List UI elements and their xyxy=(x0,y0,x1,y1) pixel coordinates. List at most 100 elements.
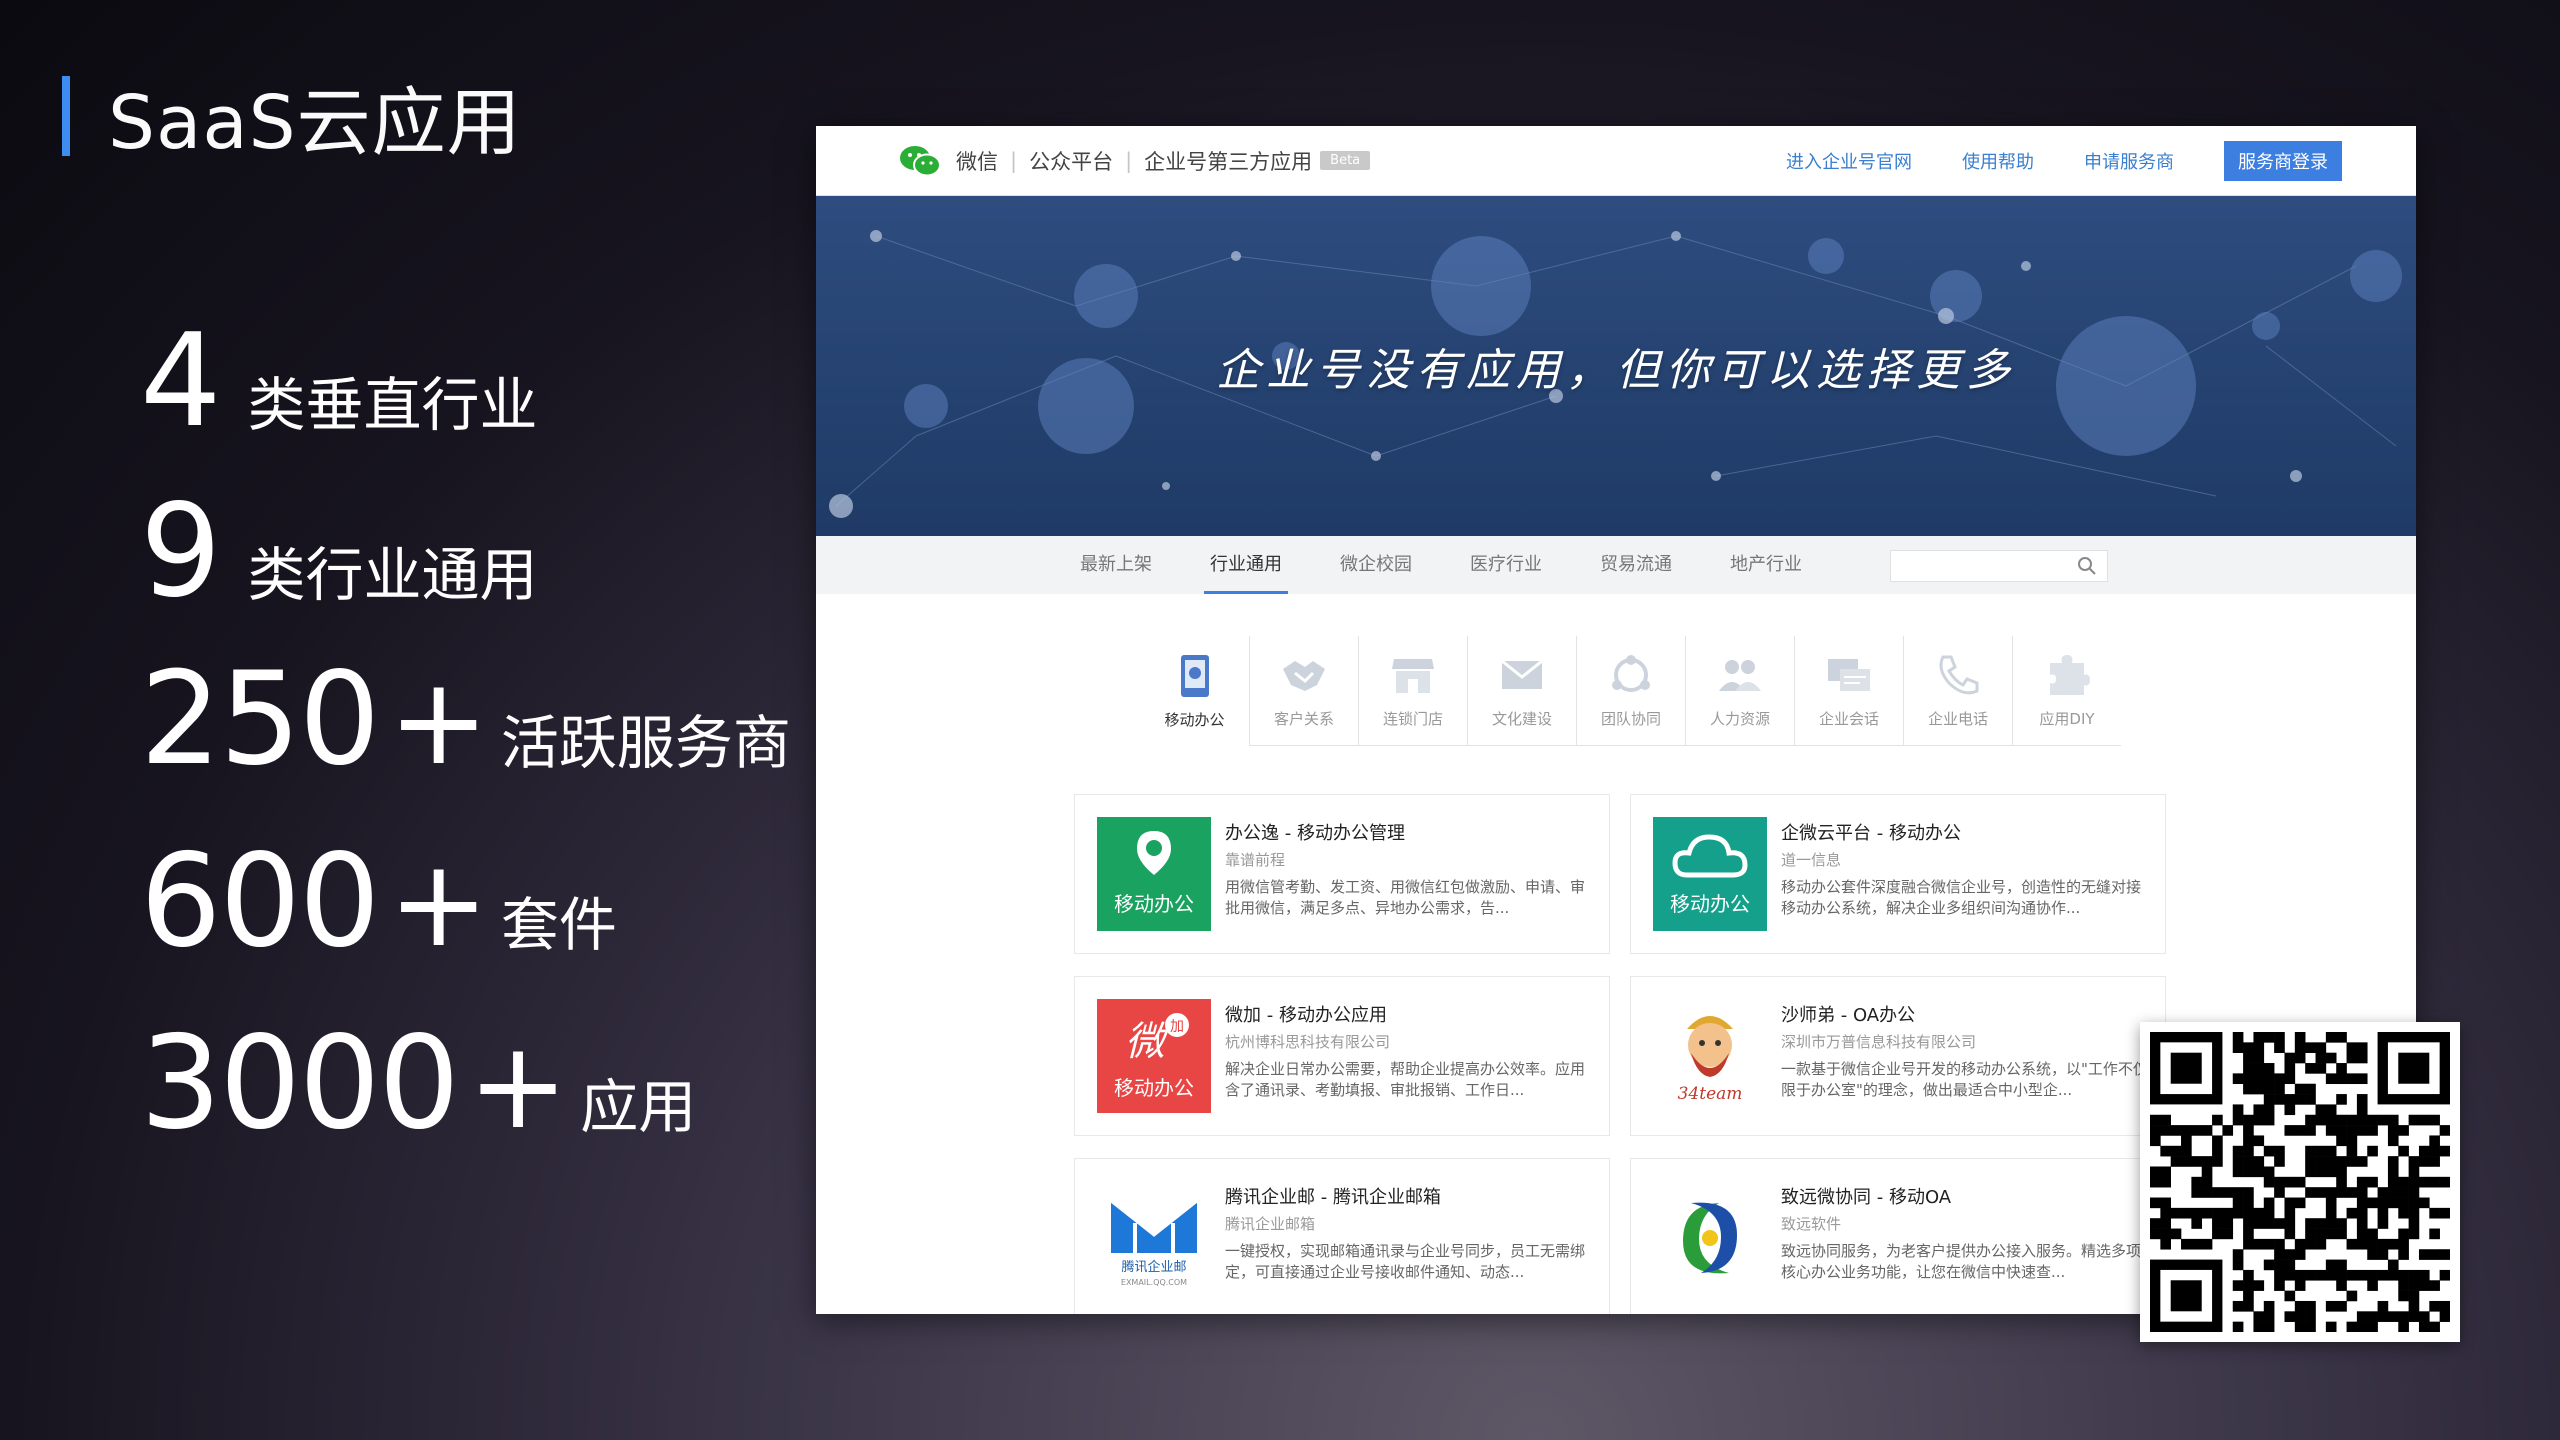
brand-separator: | xyxy=(1125,148,1133,173)
stat-general: 9 类行业通用 xyxy=(140,488,537,616)
stat-label: 类垂直行业 xyxy=(247,371,538,439)
brand-separator: | xyxy=(1010,148,1018,173)
wechat-logo-icon xyxy=(900,145,941,176)
category-label: 企业电话 xyxy=(1927,710,1988,728)
svg-text:EXMAIL.QQ.COM: EXMAIL.QQ.COM xyxy=(1121,1278,1187,1287)
weijia-logo-icon: 微 加 移动办公 xyxy=(1114,1013,1194,1100)
telephone-icon xyxy=(1939,655,1979,695)
app-name[interactable]: 沙师弟 - OA办公 xyxy=(1781,1001,1915,1027)
stat-suites: 600 + 套件 xyxy=(140,838,617,966)
app-card[interactable]: 腾讯企业邮 EXMAIL.QQ.COM 腾讯企业邮 - 腾讯企业邮箱 腾讯企业邮… xyxy=(1074,1158,1610,1314)
app-company: 致远软件 xyxy=(1781,1215,1842,1233)
category-label: 人力资源 xyxy=(1709,710,1770,728)
beta-badge: Beta xyxy=(1320,151,1371,170)
qr-code xyxy=(2140,1022,2460,1342)
brand-platform[interactable]: 公众平台 xyxy=(1029,146,1113,176)
category-hr[interactable]: 人力资源 xyxy=(1685,636,1794,746)
link-help[interactable]: 使用帮助 xyxy=(1962,148,2034,174)
category-diy[interactable]: 应用DIY xyxy=(2012,636,2121,746)
industry-tabs: 最新上架 行业通用 微企校园 医疗行业 贸易流通 地产行业 xyxy=(816,536,2416,594)
store-icon xyxy=(1392,659,1434,693)
qr-code-icon xyxy=(2150,1032,2451,1333)
app-name[interactable]: 企微云平台 - 移动办公 xyxy=(1781,819,1961,845)
tab-newest[interactable]: 最新上架 xyxy=(1080,536,1152,594)
app-name[interactable]: 微加 - 移动办公应用 xyxy=(1225,1001,1387,1027)
svg-text:微: 微 xyxy=(1125,1019,1170,1065)
handshake-icon xyxy=(1283,661,1325,691)
svg-text:移动办公: 移动办公 xyxy=(1114,892,1194,916)
tab-real-estate[interactable]: 地产行业 xyxy=(1730,536,1802,594)
search-input[interactable] xyxy=(1890,550,2108,582)
stat-apps: 3000 + 应用 xyxy=(140,1020,696,1148)
category-label: 团队协同 xyxy=(1600,710,1661,728)
stat-plus: + xyxy=(388,835,489,974)
banner-slogan: 企业号没有应用，但你可以选择更多 xyxy=(1216,345,2016,396)
stat-verticals: 4 类垂直行业 xyxy=(140,318,537,446)
stat-label: 类行业通用 xyxy=(247,541,538,609)
app-card[interactable]: 移动办公 办公逸 - 移动办公管理 靠谱前程 用微信管考勤、发工资、用微信红包做… xyxy=(1074,794,1610,954)
stat-providers: 250 + 活跃服务商 xyxy=(140,656,791,784)
brand-wechat[interactable]: 微信 xyxy=(956,146,998,176)
team-icon xyxy=(1612,655,1650,692)
category-culture[interactable]: 文化建设 xyxy=(1467,636,1576,746)
people-icon xyxy=(1719,660,1761,691)
tab-general[interactable]: 行业通用 xyxy=(1204,536,1288,594)
app-icon-bangongyi: 移动办公 xyxy=(1097,817,1211,931)
app-description: 一款基于微信企业号开发的移动办公系统，以"工作不仅限于办公室"的理念，做出最适合… xyxy=(1781,1060,2148,1099)
app-company: 深圳市万普信息科技有限公司 xyxy=(1781,1033,1977,1051)
app-name[interactable]: 致远微协同 - 移动OA xyxy=(1781,1183,1951,1209)
stat-number: 9 xyxy=(140,477,221,626)
category-phone[interactable]: 企业电话 xyxy=(1903,636,2012,746)
envelope-icon xyxy=(1501,659,1543,689)
category-label: 移动办公 xyxy=(1164,711,1225,729)
tab-campus[interactable]: 微企校园 xyxy=(1340,536,1412,594)
provider-login-button[interactable]: 服务商登录 xyxy=(2224,140,2342,181)
phone-icon xyxy=(1180,655,1209,697)
link-apply-provider[interactable]: 申请服务商 xyxy=(2084,148,2174,174)
app-description: 解决企业日常办公需要，帮助企业提高办公效率。应用含了通讯录、考勤填报、审批报销、… xyxy=(1225,1060,1586,1099)
category-team[interactable]: 团队协同 xyxy=(1576,636,1685,746)
svg-text:加: 加 xyxy=(1170,1019,1184,1035)
app-card[interactable]: 34team 沙师弟 - OA办公 深圳市万普信息科技有限公司 一款基于微信企业… xyxy=(1630,976,2166,1136)
svg-text:腾讯企业邮: 腾讯企业邮 xyxy=(1121,1259,1186,1275)
app-icon-shashidi: 34team xyxy=(1653,999,1767,1113)
app-company: 道一信息 xyxy=(1781,851,1842,869)
app-company: 杭州博科思科技有限公司 xyxy=(1225,1033,1391,1051)
link-enterprise-site[interactable]: 进入企业号官网 xyxy=(1786,148,1912,174)
app-description: 一键授权，实现邮箱通讯录与企业号同步，员工无需绑定，可直接通过企业号接收邮件通知… xyxy=(1225,1242,1586,1281)
chat-icon xyxy=(1828,659,1870,691)
stat-number: 4 xyxy=(140,307,221,456)
puzzle-icon xyxy=(2050,655,2090,695)
swirl-logo-icon xyxy=(1683,1202,1737,1274)
app-description: 致远协同服务，为老客户提供办公接入服务。精选多项核心办公业务功能，让您在微信中快… xyxy=(1781,1242,2142,1281)
tab-trade[interactable]: 贸易流通 xyxy=(1600,536,1672,594)
map-pin-icon: 移动办公 xyxy=(1114,831,1194,916)
app-description: 移动办公套件深度融合微信企业号，创造性的无缝对接移动办公系统，解决企业多组织间沟… xyxy=(1781,878,2142,917)
app-card[interactable]: 微 加 移动办公 微加 - 移动办公应用 杭州博科思科技有限公司 解决企业日常办… xyxy=(1074,976,1610,1136)
hero-banner: 企业号没有应用，但你可以选择更多 xyxy=(816,196,2416,536)
tab-medical[interactable]: 医疗行业 xyxy=(1470,536,1542,594)
app-name[interactable]: 腾讯企业邮 - 腾讯企业邮箱 xyxy=(1225,1183,1441,1209)
category-label: 企业会话 xyxy=(1818,710,1879,728)
category-chain-store[interactable]: 连锁门店 xyxy=(1358,636,1467,746)
app-description: 用微信管考勤、发工资、用微信红包做激励、申请、审批用微信，满足多点、异地办公需求… xyxy=(1225,878,1586,917)
category-chat[interactable]: 企业会话 xyxy=(1794,636,1903,746)
stat-number: 3000 xyxy=(140,1009,460,1158)
brand-section: 企业号第三方应用 xyxy=(1144,149,1313,174)
svg-text:34team: 34team xyxy=(1678,1084,1743,1104)
category-crm[interactable]: 客户关系 xyxy=(1249,636,1358,746)
app-name[interactable]: 办公逸 - 移动办公管理 xyxy=(1225,819,1405,845)
search-icon[interactable] xyxy=(2077,556,2097,576)
category-label: 连锁门店 xyxy=(1382,710,1443,728)
category-mobile-office[interactable]: 移动办公 xyxy=(1140,636,1249,746)
category-icons-row: 移动办公 客户关系 连锁门店 文化建设 团队协同 人力资源 企业会话 企业电话 xyxy=(1140,636,2121,746)
mail-m-logo-icon: 腾讯企业邮 EXMAIL.QQ.COM xyxy=(1109,1196,1199,1287)
app-card[interactable]: 移动办公 企微云平台 - 移动办公 道一信息 移动办公套件深度融合微信企业号，创… xyxy=(1630,794,2166,954)
app-card[interactable]: 致远微协同 - 移动OA 致远软件 致远协同服务，为老客户提供办公接入服务。精选… xyxy=(1630,1158,2166,1314)
app-icon-weijia: 微 加 移动办公 xyxy=(1097,999,1211,1113)
app-company: 靠谱前程 xyxy=(1225,851,1286,869)
category-label: 文化建设 xyxy=(1491,710,1552,728)
svg-text:移动办公: 移动办公 xyxy=(1114,1076,1194,1100)
stat-plus: + xyxy=(388,653,489,792)
app-icon-qiweiyun: 移动办公 xyxy=(1653,817,1767,931)
